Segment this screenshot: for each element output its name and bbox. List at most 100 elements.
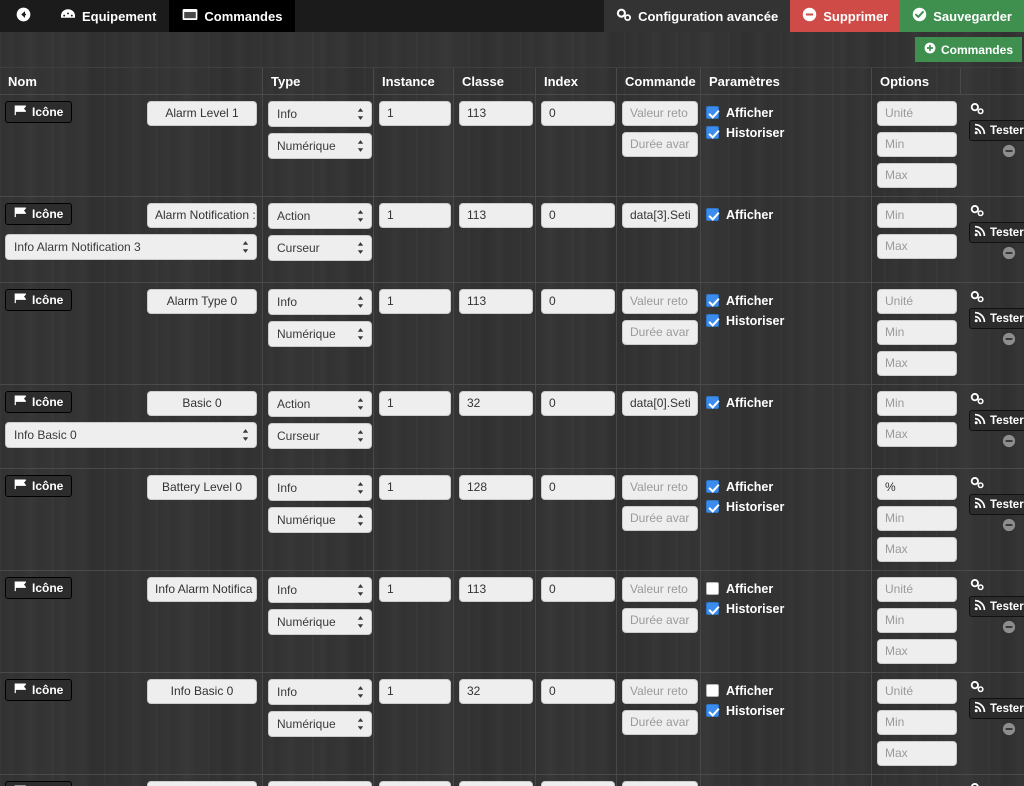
- index-input[interactable]: 0: [541, 101, 615, 126]
- checkbox-afficher[interactable]: [706, 684, 719, 697]
- checkbox-historiser[interactable]: [706, 602, 719, 615]
- icon-picker-button[interactable]: Icône: [5, 289, 73, 311]
- command-name-input[interactable]: Info Basic 0: [147, 679, 257, 704]
- command-type-select[interactable]: Info: [268, 781, 372, 786]
- icon-picker-button[interactable]: Icône: [5, 203, 73, 225]
- instance-input[interactable]: 1: [379, 679, 451, 704]
- command-subtype-select[interactable]: Numérique: [268, 609, 372, 635]
- command-name-input[interactable]: Alarm Type 0: [147, 289, 257, 314]
- delay-before-input[interactable]: Durée avar: [622, 320, 698, 345]
- command-type-select[interactable]: Info: [268, 475, 372, 501]
- classe-input[interactable]: 128: [459, 475, 533, 500]
- command-request-input[interactable]: data[0].Seti: [622, 391, 698, 416]
- option-min-input[interactable]: Min: [877, 203, 957, 228]
- checkbox-historiser[interactable]: [706, 704, 719, 717]
- instance-input[interactable]: 1: [379, 781, 451, 786]
- option-min-input[interactable]: Min: [877, 391, 957, 416]
- icon-picker-button[interactable]: Icône: [5, 475, 73, 497]
- checkbox-historiser[interactable]: [706, 500, 719, 513]
- test-command-button[interactable]: Tester: [969, 596, 1024, 617]
- icon-picker-button[interactable]: Icône: [5, 679, 73, 701]
- option-unit-input[interactable]: Unité: [877, 289, 957, 314]
- option-min-input[interactable]: Min: [877, 608, 957, 633]
- configure-command-button[interactable]: [969, 475, 985, 492]
- remove-command-button[interactable]: [1002, 144, 1016, 158]
- configure-command-button[interactable]: [969, 391, 985, 408]
- index-input[interactable]: 0: [541, 577, 615, 602]
- return-value-input[interactable]: Valeur reto: [622, 101, 698, 126]
- instance-input[interactable]: 1: [379, 101, 451, 126]
- option-max-input[interactable]: Max: [877, 537, 957, 562]
- checkbox-afficher[interactable]: [706, 396, 719, 409]
- delay-before-input[interactable]: Durée avar: [622, 608, 698, 633]
- option-max-input[interactable]: Max: [877, 741, 957, 766]
- option-unit-input[interactable]: Unité: [877, 577, 957, 602]
- remove-command-button[interactable]: [1002, 518, 1016, 532]
- return-value-input[interactable]: Valeur reto: [622, 577, 698, 602]
- command-subtype-select[interactable]: Numérique: [268, 711, 372, 737]
- option-min-input[interactable]: Min: [877, 506, 957, 531]
- option-max-input[interactable]: Max: [877, 163, 957, 188]
- command-name-input[interactable]: Battery Level 0: [147, 475, 257, 500]
- instance-input[interactable]: 1: [379, 391, 451, 416]
- classe-input[interactable]: 32: [459, 391, 533, 416]
- classe-input[interactable]: 32: [459, 679, 533, 704]
- index-input[interactable]: 0: [541, 391, 615, 416]
- icon-picker-button[interactable]: Icône: [5, 101, 73, 123]
- command-name-input[interactable]: Alarm Notification :: [147, 203, 257, 228]
- configure-command-button[interactable]: [969, 289, 985, 306]
- icon-picker-button[interactable]: Icône: [5, 391, 73, 413]
- index-input[interactable]: 0: [541, 203, 615, 228]
- delay-before-input[interactable]: Durée avar: [622, 710, 698, 735]
- classe-input[interactable]: 113: [459, 101, 533, 126]
- command-type-select[interactable]: Info: [268, 679, 372, 705]
- option-max-input[interactable]: Max: [877, 422, 957, 447]
- test-command-button[interactable]: Tester: [969, 494, 1024, 515]
- option-min-input[interactable]: Min: [877, 710, 957, 735]
- delay-before-input[interactable]: Durée avar: [622, 132, 698, 157]
- command-name-input[interactable]: Alarm Level 1: [147, 101, 257, 126]
- back-button[interactable]: [0, 0, 47, 32]
- return-value-input[interactable]: Valeur reto: [622, 679, 698, 704]
- command-type-select[interactable]: Action: [268, 391, 372, 417]
- save-button[interactable]: Sauvegarder: [900, 0, 1024, 32]
- index-input[interactable]: 0: [541, 289, 615, 314]
- instance-input[interactable]: 1: [379, 475, 451, 500]
- checkbox-afficher[interactable]: [706, 582, 719, 595]
- command-name-input[interactable]: Info Alarm Notifica: [147, 577, 257, 602]
- linked-info-select[interactable]: Info Alarm Notification 3: [5, 234, 257, 260]
- test-command-button[interactable]: Tester: [969, 698, 1024, 719]
- classe-input[interactable]: 48: [459, 781, 533, 786]
- option-unit-input[interactable]: Unité: [877, 101, 957, 126]
- add-command-button[interactable]: Commandes: [914, 37, 1022, 62]
- command-request-input[interactable]: data[3].Seti: [622, 203, 698, 228]
- instance-input[interactable]: 1: [379, 203, 451, 228]
- checkbox-afficher[interactable]: [706, 208, 719, 221]
- instance-input[interactable]: 1: [379, 577, 451, 602]
- delay-before-input[interactable]: Durée avar: [622, 506, 698, 531]
- classe-input[interactable]: 113: [459, 577, 533, 602]
- checkbox-afficher[interactable]: [706, 480, 719, 493]
- checkbox-historiser[interactable]: [706, 126, 719, 139]
- command-subtype-select[interactable]: Numérique: [268, 507, 372, 533]
- command-subtype-select[interactable]: Numérique: [268, 133, 372, 159]
- option-unit-input[interactable]: Unité: [877, 679, 957, 704]
- linked-info-select[interactable]: Info Basic 0: [5, 422, 257, 448]
- command-subtype-select[interactable]: Numérique: [268, 321, 372, 347]
- index-input[interactable]: 0: [541, 475, 615, 500]
- option-unit-input[interactable]: %: [877, 475, 957, 500]
- configure-command-button[interactable]: [969, 679, 985, 696]
- index-input[interactable]: 0: [541, 679, 615, 704]
- option-max-input[interactable]: Max: [877, 351, 957, 376]
- configure-command-button[interactable]: [969, 781, 985, 786]
- icon-picker-button[interactable]: Icône: [5, 577, 73, 599]
- return-value-input[interactable]: Valeur reto: [622, 475, 698, 500]
- remove-command-button[interactable]: [1002, 246, 1016, 260]
- index-input[interactable]: 0: [541, 781, 615, 786]
- command-subtype-select[interactable]: Curseur: [268, 423, 372, 449]
- classe-input[interactable]: 113: [459, 289, 533, 314]
- tab-equipement[interactable]: Equipement: [47, 0, 169, 32]
- command-type-select[interactable]: Info: [268, 289, 372, 315]
- checkbox-historiser[interactable]: [706, 314, 719, 327]
- test-command-button[interactable]: Tester: [969, 120, 1024, 141]
